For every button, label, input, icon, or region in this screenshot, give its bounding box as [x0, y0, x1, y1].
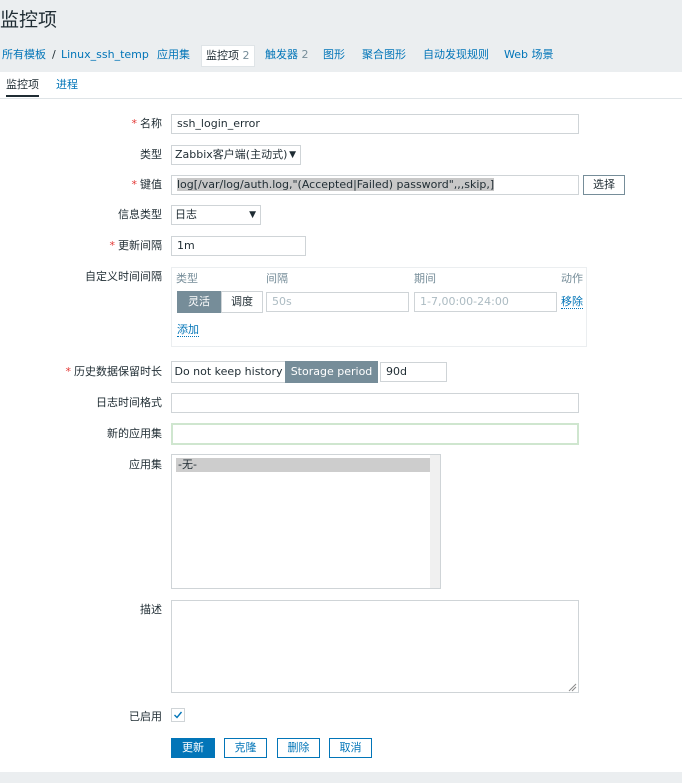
- tab-item[interactable]: 监控项: [6, 78, 39, 97]
- logtime-label: 日志时间格式: [96, 396, 162, 409]
- key-label: * 键值: [132, 178, 163, 192]
- custom-add-link[interactable]: 添加: [177, 323, 199, 337]
- key-select-button[interactable]: 选择: [583, 175, 625, 195]
- custom-intervals-label: 自定义时间间隔: [85, 270, 162, 283]
- interval-label: * 更新间隔: [110, 239, 163, 253]
- required-mark: *: [131, 178, 138, 191]
- history-label-text: 历史数据保留时长: [74, 365, 162, 378]
- apps-label: 应用集: [129, 458, 162, 471]
- required-mark: *: [131, 117, 138, 130]
- scheduling-toggle[interactable]: 调度: [221, 291, 263, 313]
- breadcrumb-all-templates[interactable]: 所有模板: [2, 45, 46, 65]
- nav-web-scenarios[interactable]: Web 场景: [504, 45, 553, 65]
- history-no-keep-toggle[interactable]: Do not keep history: [171, 361, 286, 383]
- cancel-button[interactable]: 取消: [329, 738, 372, 758]
- clone-button[interactable]: 克隆: [224, 738, 267, 758]
- enabled-checkbox[interactable]: [171, 708, 185, 722]
- tab-bar: 监控项 进程: [0, 72, 682, 99]
- nav-triggers-count: 2: [301, 48, 309, 61]
- breadcrumb-template-host[interactable]: Linux_ssh_temp: [61, 45, 149, 65]
- breadcrumb-separator: /: [52, 48, 56, 61]
- nav-discovery-rules[interactable]: 自动发现规则: [423, 45, 489, 65]
- apps-scrollbar[interactable]: [430, 455, 440, 588]
- nav-items-label: 监控项: [206, 49, 239, 62]
- interval-label-text: 更新间隔: [118, 239, 162, 252]
- form-content: 监控项 进程 * 名称 ssh_login_error 类型 Zabbix客户端(…: [0, 72, 682, 772]
- custom-header-interval: 间隔: [266, 272, 288, 285]
- history-label: * 历史数据保留时长: [66, 365, 163, 379]
- interval-input[interactable]: 1m: [171, 236, 306, 256]
- enabled-label: 已启用: [129, 710, 162, 723]
- new-app-label: 新的应用集: [107, 427, 162, 440]
- nav-applications[interactable]: 应用集: [157, 45, 190, 65]
- name-label-text: 名称: [140, 117, 162, 130]
- chevron-down-icon: ▼: [289, 150, 296, 160]
- custom-period-input[interactable]: 1-7,00:00-24:00: [414, 292, 557, 312]
- page-title: 监控项: [0, 9, 58, 31]
- resize-handle-icon[interactable]: [568, 683, 577, 692]
- new-app-input[interactable]: [171, 423, 579, 445]
- name-input[interactable]: ssh_login_error: [171, 114, 579, 134]
- description-label: 描述: [140, 603, 162, 616]
- info-type-value: 日志: [175, 208, 197, 221]
- nav-screens[interactable]: 聚合图形: [362, 45, 406, 65]
- custom-interval-input[interactable]: 50s: [266, 292, 409, 312]
- nav-graphs[interactable]: 图形: [323, 45, 345, 65]
- custom-header-type: 类型: [176, 272, 198, 285]
- nav-triggers[interactable]: 触发器 2: [265, 45, 309, 65]
- required-mark: *: [109, 239, 116, 252]
- name-label: * 名称: [132, 117, 163, 131]
- apps-option-none[interactable]: -无-: [176, 458, 430, 472]
- type-select[interactable]: Zabbix客户端(主动式) ▼: [171, 145, 301, 165]
- logtime-input[interactable]: [171, 393, 579, 413]
- custom-header-period: 期间: [414, 272, 436, 285]
- description-textarea[interactable]: [171, 600, 579, 693]
- flexible-toggle[interactable]: 灵活: [177, 291, 221, 313]
- nav-items-count: 2: [242, 49, 250, 62]
- tab-preprocessing[interactable]: 进程: [56, 78, 78, 92]
- info-type-select[interactable]: 日志 ▼: [171, 205, 261, 225]
- custom-header-action: 动作: [561, 272, 583, 285]
- history-period-input[interactable]: 90d: [380, 362, 447, 382]
- history-storage-toggle[interactable]: Storage period: [285, 361, 378, 383]
- required-mark: *: [65, 365, 72, 378]
- apps-listbox[interactable]: -无-: [171, 454, 441, 589]
- type-select-value: Zabbix客户端(主动式): [175, 148, 288, 161]
- chevron-down-icon: ▼: [249, 210, 256, 220]
- custom-remove-link[interactable]: 移除: [561, 295, 583, 309]
- key-input[interactable]: log[/var/log/auth.log,"(Accepted|Failed)…: [171, 175, 579, 195]
- nav-items-active[interactable]: 监控项 2: [201, 45, 255, 67]
- info-type-label: 信息类型: [118, 208, 162, 221]
- key-input-value: log[/var/log/auth.log,"(Accepted|Failed)…: [177, 178, 495, 191]
- type-label: 类型: [140, 148, 162, 161]
- check-icon: [174, 711, 183, 719]
- footer-bar: [0, 772, 682, 783]
- nav-triggers-label: 触发器: [265, 48, 298, 61]
- key-label-text: 键值: [140, 178, 162, 191]
- update-button[interactable]: 更新: [171, 738, 215, 758]
- delete-button[interactable]: 删除: [277, 738, 320, 758]
